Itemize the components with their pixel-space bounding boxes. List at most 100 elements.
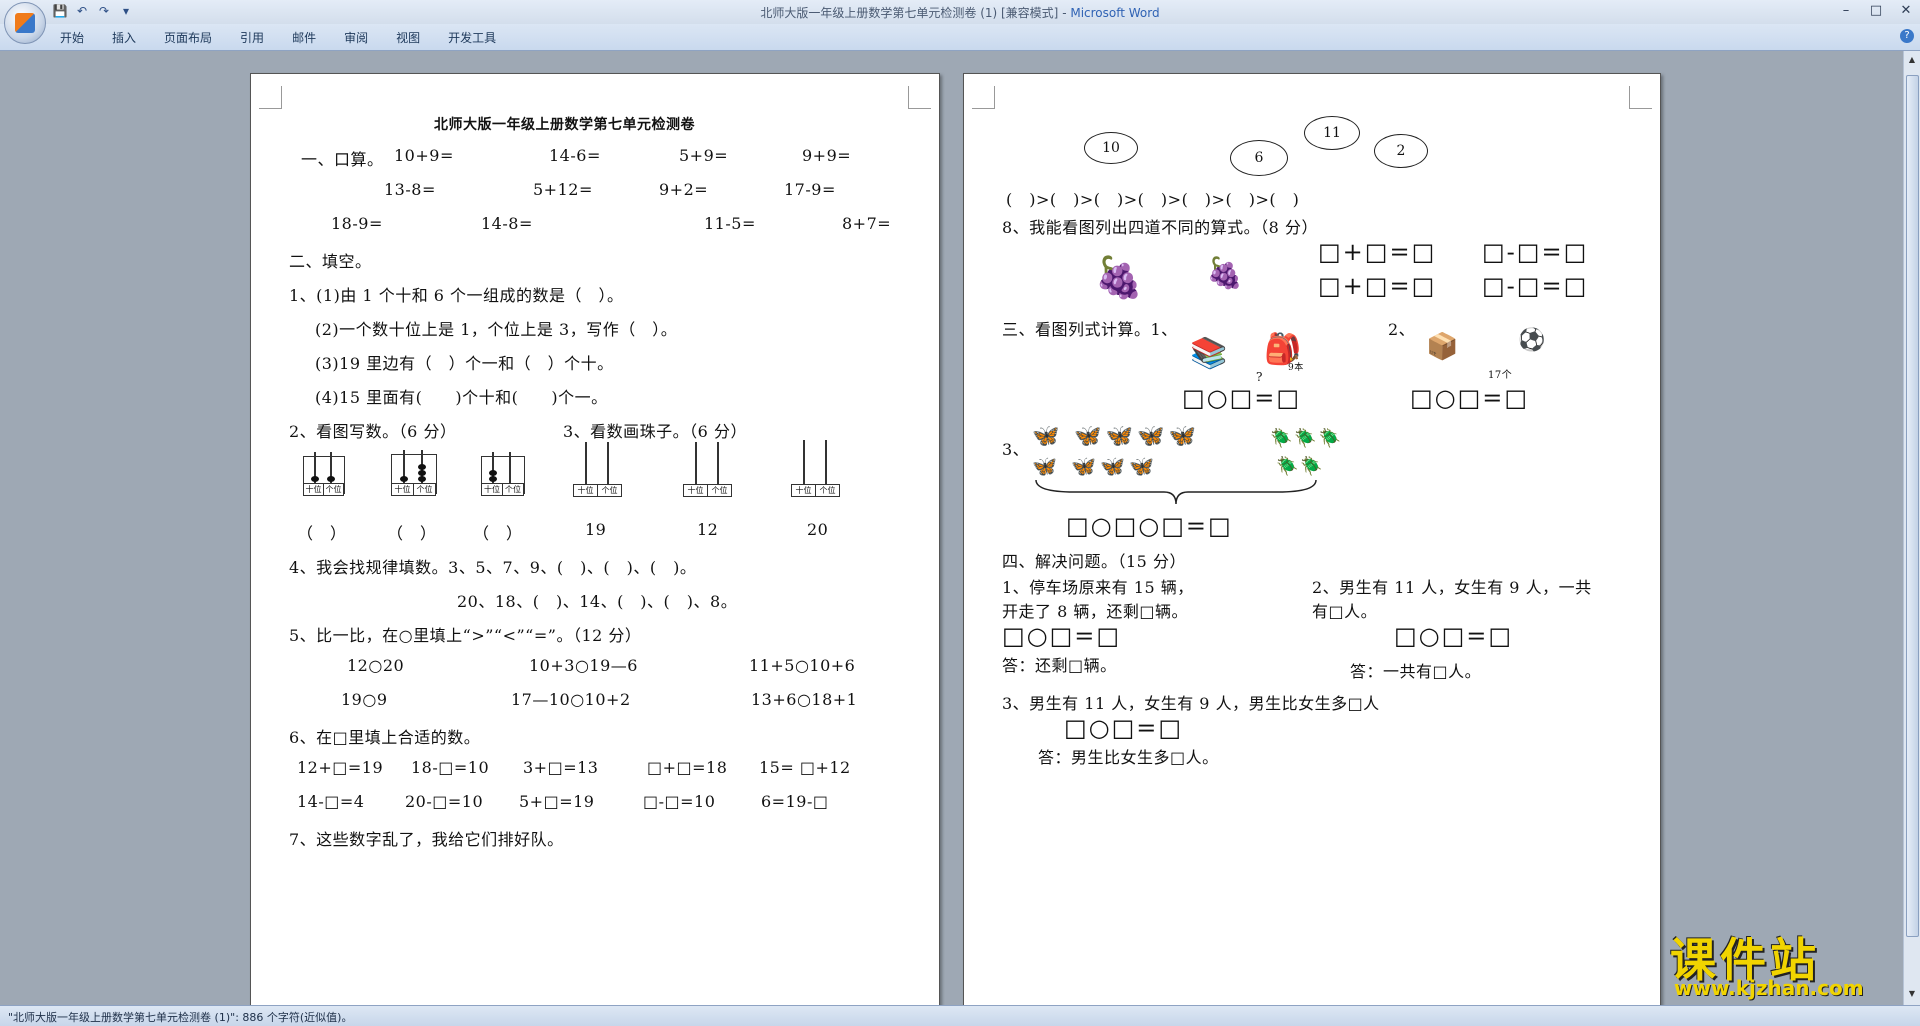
tab-developer[interactable]: 开发工具 [448, 29, 496, 46]
fill-box-item: 20-□=10 [405, 792, 484, 811]
help-icon[interactable]: ? [1900, 29, 1914, 43]
abacus-number: 19 [585, 520, 607, 539]
mental-math-item: 11-5= [704, 214, 756, 233]
order-row: ( )>( )>( )>( )>( )>( )>( ) [1006, 190, 1300, 209]
compare-item: 10+3○19—6 [529, 656, 638, 675]
equation-blank: □○□=□ [1182, 384, 1302, 412]
page-1[interactable]: 北师大版一年级上册数学第七单元检测卷 一、口算。 10+9= 14-6= 5+9… [250, 73, 940, 1005]
status-text: "北师大版一年级上册数学第七单元检测卷 (1)": 886 个字符(近似值)。 [8, 1011, 353, 1024]
mental-math-item: 9+2= [659, 180, 709, 199]
bag-count-label: 9本 [1288, 363, 1304, 373]
brace-icon [1035, 479, 1317, 505]
abacus-ones-label: 个位 [502, 483, 524, 496]
question-7: 7、这些数字乱了，我给它们排好队。 [289, 830, 564, 849]
number-cloud: 11 [1304, 116, 1360, 150]
fill-box-item: 14-□=4 [297, 792, 365, 811]
scroll-thumb[interactable] [1906, 75, 1919, 937]
abacus-answer: （ ） [387, 524, 437, 543]
office-logo-icon [15, 13, 35, 33]
answer-3: 答：男生比女生多□人。 [1038, 748, 1219, 767]
mental-math-item: 14-6= [549, 146, 601, 165]
equation-blank: □○□=□ [1002, 622, 1122, 650]
fill-question: (3)19 里边有（ ）个一和（ ）个十。 [315, 354, 614, 373]
abacus-answer: （ ） [297, 524, 347, 543]
abacus-tens-label: 十位 [683, 484, 708, 497]
equation-blank: □○□=□ [1064, 714, 1184, 742]
abacus-tens-label: 十位 [573, 484, 598, 497]
page-2[interactable]: 10 6 11 2 ( )>( )>( )>( )>( )>( )>( ) 8、… [963, 73, 1661, 1005]
equation-blank: □○□○□=□ [1066, 512, 1233, 540]
abacus-figure: 十位 个位 [391, 450, 439, 496]
crop-mark [259, 86, 282, 109]
question-3: 3、看数画珠子。（6 分） [563, 422, 747, 441]
mental-math-item: 13-8= [384, 180, 436, 199]
equation-blank: □+□=□ [1318, 272, 1437, 300]
close-button[interactable]: ✕ [1896, 2, 1916, 20]
problem-3: 3、男生有 11 人，女生有 9 人，男生比女生多□人 [1002, 694, 1380, 713]
tab-review[interactable]: 审阅 [344, 29, 368, 46]
total-count-label: 17个 [1488, 370, 1513, 381]
answer-2: 答：一共有□人。 [1350, 662, 1482, 681]
tab-references[interactable]: 引用 [240, 29, 264, 46]
crop-mark [1629, 86, 1652, 109]
question-4-line-2: 20、18、( )、14、( )、( )、8。 [457, 592, 738, 611]
vertical-scrollbar[interactable]: ▲ ▼ [1903, 51, 1920, 1005]
question-6: 6、在□里填上合适的数。 [289, 728, 481, 747]
tab-insert[interactable]: 插入 [112, 29, 136, 46]
problem-2-line-2: 有□人。 [1312, 602, 1378, 621]
mental-math-item: 5+9= [679, 146, 729, 165]
maximize-button[interactable]: □ [1866, 2, 1886, 20]
number-cloud: 2 [1374, 134, 1428, 168]
tab-mailings[interactable]: 邮件 [292, 29, 316, 46]
balls-icon: ⚽ [1518, 328, 1546, 353]
section-2-heading: 二、填空。 [289, 252, 372, 271]
tab-page-layout[interactable]: 页面布局 [164, 29, 212, 46]
app-name: Microsoft Word [1070, 6, 1160, 20]
compare-item: 19○9 [341, 690, 388, 709]
office-button[interactable] [4, 2, 46, 44]
fill-question: (4)15 里面有( )个十和( )个一。 [315, 388, 608, 407]
mental-math-item: 9+9= [802, 146, 852, 165]
window-controls: – □ ✕ [1836, 2, 1916, 20]
document-title: 北师大版一年级上册数学第七单元检测卷 (1) [兼容模式] [760, 6, 1059, 20]
question-2: 2、看图写数。（6 分） [289, 422, 457, 441]
butterflies-icon: 🦋 🦋🦋🦋🦋 [1032, 424, 1200, 449]
mental-math-item: 10+9= [394, 146, 454, 165]
minimize-button[interactable]: – [1836, 2, 1856, 20]
number-cloud: 10 [1084, 132, 1138, 164]
abacus-tens-label: 十位 [791, 484, 816, 497]
question-mark: ? [1256, 370, 1263, 384]
tab-view[interactable]: 视图 [396, 29, 420, 46]
number-cloud: 6 [1230, 140, 1288, 176]
tab-home[interactable]: 开始 [60, 29, 84, 46]
equation-blank: □-□=□ [1482, 238, 1589, 266]
fill-box-item: 6=19-□ [761, 792, 829, 811]
fill-question: 1、(1)由 1 个十和 6 个一组成的数是（ ）。 [289, 286, 624, 305]
document-area: 北师大版一年级上册数学第七单元检测卷 一、口算。 10+9= 14-6= 5+9… [0, 51, 1904, 1005]
ribbon-tabs: 开始 插入 页面布局 引用 邮件 审阅 视图 开发工具 ? [0, 24, 1920, 51]
section-4-heading: 四、解决问题。（15 分） [1002, 552, 1186, 571]
scroll-up-icon[interactable]: ▲ [1904, 53, 1920, 67]
title-dash: - [1058, 6, 1071, 20]
abacus-ones-label: 个位 [815, 484, 840, 497]
section-1-heading: 一、口算。 [301, 150, 384, 169]
abacus-tens-label: 十位 [303, 483, 324, 496]
abacus-figure: 十位 个位 [791, 440, 841, 497]
scroll-down-icon[interactable]: ▼ [1904, 987, 1920, 1001]
question-8: 8、我能看图列出四道不同的算式。（8 分） [1002, 218, 1318, 237]
question-5: 5、比一比，在○里填上“>”“<”“=”。（12 分） [289, 626, 642, 645]
section-3-item-2: 2、 [1388, 320, 1416, 339]
equation-blank: □○□=□ [1410, 384, 1530, 412]
mental-math-item: 14-8= [481, 214, 533, 233]
abacus-answer: （ ） [473, 524, 523, 543]
abacus-figure: 十位 个位 [303, 452, 347, 496]
crop-mark [972, 86, 995, 109]
status-bar: "北师大版一年级上册数学第七单元检测卷 (1)": 886 个字符(近似值)。 [0, 1005, 1920, 1026]
abacus-ones-label: 个位 [597, 484, 622, 497]
exam-title: 北师大版一年级上册数学第七单元检测卷 [434, 117, 695, 133]
grape-cluster-icon: 🍇 [1206, 256, 1244, 291]
bugs-icon: 🪲🪲🪲 [1270, 428, 1344, 449]
fill-box-item: 18-□=10 [411, 758, 490, 777]
answer-1: 答：还剩□辆。 [1002, 656, 1117, 675]
abacus-ones-label: 个位 [707, 484, 732, 497]
